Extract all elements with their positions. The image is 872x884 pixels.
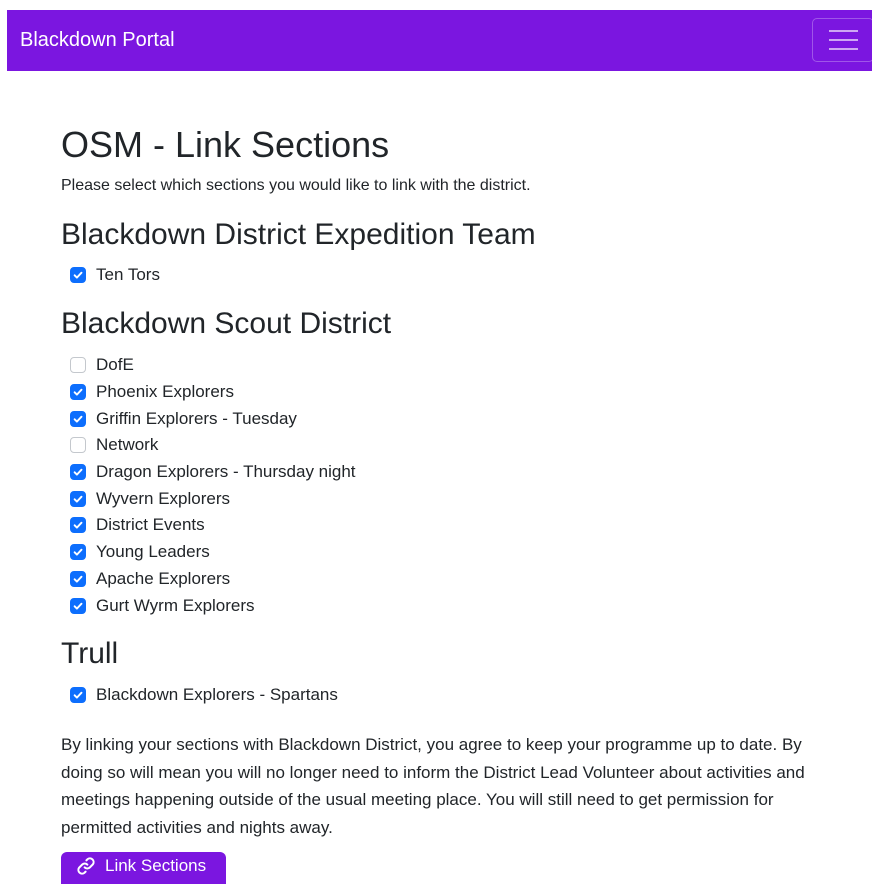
link-sections-button[interactable]: Link Sections [61,852,226,884]
section-list-scout-district: DofE Phoenix Explorers Griffin Explorers -… [70,352,356,619]
checkbox-unchecked[interactable] [70,357,86,374]
section-label: Blackdown Explorers - Spartans [96,685,338,705]
section-list-trull: Blackdown Explorers - Spartans [70,682,338,709]
section-label: Gurt Wyrm Explorers [96,595,255,615]
group-heading-expedition-team: Blackdown District Expedition Team [61,218,536,251]
checkbox-checked[interactable] [70,410,86,427]
link-sections-label: Link Sections [105,856,207,875]
checkbox-checked[interactable] [70,597,86,614]
section-checkbox-item[interactable]: Dragon Explorers - Thursday night [70,459,356,486]
checkbox-checked[interactable] [70,490,86,507]
navbar-toggle-button[interactable] [812,18,872,62]
section-checkbox-item[interactable]: Apache Explorers [70,566,356,593]
section-label: Griffin Explorers - Tuesday [96,408,297,428]
checkmark-icon [73,548,83,556]
section-checkbox-item[interactable]: DofE [70,352,356,379]
link-icon [77,857,95,875]
checkmark-icon [73,415,83,423]
section-checkbox-item[interactable]: Phoenix Explorers [70,379,356,406]
section-label: District Events [96,515,205,535]
checkbox-unchecked[interactable] [70,437,86,454]
section-label: Ten Tors [96,265,160,285]
checkmark-icon [73,272,83,279]
navbar-brand[interactable]: Blackdown Portal [20,29,175,52]
section-checkbox-item[interactable]: Blackdown Explorers - Spartans [70,682,338,709]
section-label: Wyvern Explorers [96,488,230,508]
checkbox-checked[interactable] [70,384,86,401]
checkbox-checked[interactable] [70,517,86,534]
section-label: DofE [96,355,134,375]
checkmark-icon [73,468,83,476]
checkmark-icon [73,388,83,396]
section-label: Young Leaders [96,542,210,562]
checkbox-checked[interactable] [70,267,86,284]
checkmark-icon [73,522,83,530]
checkbox-checked[interactable] [70,687,86,704]
agreement-text: By linking your sections with Blackdown … [61,735,805,837]
checkmark-icon [73,602,83,610]
page-title: OSM - Link Sections [61,124,390,165]
section-checkbox-item[interactable]: Griffin Explorers - Tuesday [70,405,356,432]
section-checkbox-item[interactable]: Young Leaders [70,539,356,566]
section-checkbox-item[interactable]: Wyvern Explorers [70,485,356,512]
checkbox-checked[interactable] [70,544,86,561]
section-list-expedition-team: Ten Tors [70,262,160,289]
section-checkbox-item[interactable]: Ten Tors [70,262,160,289]
top-navbar: Blackdown Portal [7,10,872,71]
section-label: Apache Explorers [96,568,231,588]
checkbox-checked[interactable] [70,570,86,587]
section-label: Dragon Explorers - Thursday night [96,462,356,482]
checkmark-icon [73,692,83,699]
group-heading-scout-district: Blackdown Scout District [61,307,392,340]
page-intro: Please select which sections you would l… [61,177,531,194]
section-checkbox-item[interactable]: Gurt Wyrm Explorers [70,592,356,619]
section-label: Phoenix Explorers [96,382,234,402]
checkbox-checked[interactable] [70,464,86,481]
section-checkbox-item[interactable]: District Events [70,512,356,539]
checkmark-icon [73,495,83,503]
hamburger-menu-icon [828,30,858,32]
checkmark-icon [73,575,83,583]
section-label: Network [96,435,159,455]
group-heading-trull: Trull [61,637,119,670]
section-checkbox-item[interactable]: Network [70,432,356,459]
